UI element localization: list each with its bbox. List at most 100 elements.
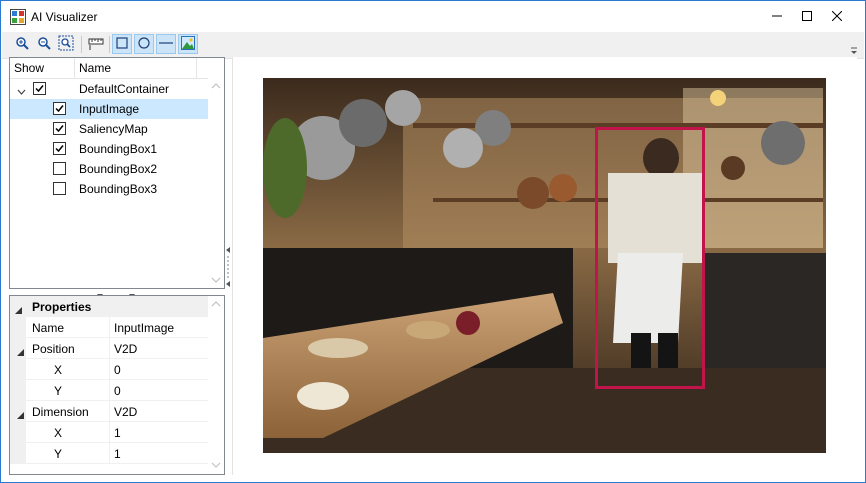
property-value[interactable]: 0 — [114, 363, 121, 377]
tree-row-defaultcontainer[interactable]: DefaultContainer — [10, 79, 208, 99]
property-category[interactable]: Properties — [10, 296, 208, 317]
input-image[interactable] — [263, 78, 826, 453]
tree-row-saliencymap[interactable]: SaliencyMap — [10, 119, 208, 139]
kitchen-scene-image — [263, 78, 826, 453]
property-value[interactable]: InputImage — [114, 321, 174, 335]
ellipse-tool-icon — [138, 36, 150, 52]
tree-row-inputimage[interactable]: InputImage — [10, 99, 208, 119]
tree-item-label: InputImage — [79, 102, 140, 116]
column-divider[interactable] — [109, 317, 110, 338]
row-gutter — [10, 317, 26, 338]
property-name: Y — [54, 447, 63, 461]
tree-item-label: SaliencyMap — [79, 122, 148, 136]
property-value[interactable]: V2D — [114, 342, 137, 356]
zoom-out-button[interactable] — [34, 34, 54, 54]
property-value[interactable]: 0 — [114, 384, 121, 398]
zoom-in-button[interactable] — [12, 34, 32, 54]
minimize-icon — [772, 11, 782, 21]
zoom-in-icon — [15, 36, 29, 53]
tree-item-label: BoundingBox2 — [79, 162, 158, 176]
scroll-arrows — [211, 83, 221, 283]
rectangle-tool-icon — [116, 36, 128, 52]
layer-tree[interactable]: Show Name DefaultContainer InputImage Sa… — [9, 57, 225, 289]
property-name: X — [54, 363, 63, 377]
row-gutter — [10, 359, 26, 380]
rectangle-tool-button[interactable] — [112, 34, 132, 54]
show-checkbox[interactable] — [33, 82, 46, 95]
tree-header: Show Name — [10, 58, 224, 79]
chart-app-icon — [10, 9, 26, 25]
image-tool-button[interactable] — [178, 34, 198, 54]
property-row-position-y[interactable]: Y 0 — [10, 380, 208, 401]
line-tool-button[interactable] — [156, 34, 176, 54]
ellipse-tool-button[interactable] — [134, 34, 154, 54]
property-row-dimension-x[interactable]: X 1 — [10, 422, 208, 443]
window-title: AI Visualizer — [31, 10, 98, 24]
toolbar — [2, 32, 864, 59]
property-name: Y — [54, 384, 63, 398]
collapse-icon[interactable] — [15, 303, 22, 317]
property-value[interactable]: V2D — [114, 405, 137, 419]
column-header-show[interactable]: Show — [14, 61, 44, 75]
column-divider[interactable] — [74, 58, 75, 78]
property-row-position-x[interactable]: X 0 — [10, 359, 208, 380]
zoom-fit-icon — [58, 35, 74, 54]
column-divider[interactable] — [196, 58, 197, 78]
tree-item-label: BoundingBox3 — [79, 182, 158, 196]
maximize-icon — [802, 11, 812, 21]
bounding-box-1[interactable] — [595, 127, 705, 389]
property-value[interactable]: 1 — [114, 426, 121, 440]
property-name: X — [54, 426, 63, 440]
column-divider[interactable] — [109, 422, 110, 443]
tree-scrollbar[interactable] — [208, 78, 224, 288]
toolbar-separator — [109, 36, 110, 53]
chevron-down-icon[interactable] — [850, 44, 858, 54]
collapse-icon[interactable] — [17, 408, 24, 422]
scroll-arrows — [211, 301, 221, 468]
ruler-button[interactable] — [86, 34, 106, 54]
property-row-dimension-y[interactable]: Y 1 — [10, 443, 208, 464]
show-checkbox[interactable] — [53, 122, 66, 135]
close-icon — [832, 11, 842, 21]
zoom-fit-button[interactable] — [56, 34, 76, 54]
property-grid[interactable]: Properties Name InputImage Position V2D … — [9, 295, 225, 475]
minimize-button[interactable] — [761, 1, 793, 31]
row-gutter — [10, 380, 26, 401]
property-name: Name — [32, 321, 65, 335]
show-checkbox[interactable] — [53, 182, 66, 195]
vertical-splitter[interactable] — [225, 57, 231, 475]
property-value[interactable]: 1 — [114, 447, 121, 461]
row-gutter — [10, 443, 26, 464]
title-bar[interactable]: AI Visualizer — [1, 1, 865, 31]
toolbar-separator — [81, 36, 82, 53]
zoom-out-icon — [37, 36, 51, 53]
column-divider[interactable] — [109, 380, 110, 401]
property-scrollbar[interactable] — [208, 296, 224, 474]
column-divider[interactable] — [109, 359, 110, 380]
tree-item-label: DefaultContainer — [79, 82, 170, 96]
tree-row-boundingbox3[interactable]: BoundingBox3 — [10, 179, 208, 199]
column-divider[interactable] — [109, 401, 110, 422]
tree-row-boundingbox1[interactable]: BoundingBox1 — [10, 139, 208, 159]
row-gutter — [10, 422, 26, 443]
canvas-horizontal-scrollbar[interactable] — [233, 459, 857, 475]
visualization-canvas[interactable] — [232, 57, 857, 475]
show-checkbox[interactable] — [53, 162, 66, 175]
close-button[interactable] — [821, 1, 853, 31]
row-divider — [26, 463, 208, 464]
collapse-icon[interactable] — [17, 345, 24, 359]
property-row-dimension[interactable]: Dimension V2D — [10, 401, 208, 422]
column-divider[interactable] — [109, 443, 110, 464]
show-checkbox[interactable] — [53, 102, 66, 115]
maximize-button[interactable] — [791, 1, 823, 31]
property-row-name[interactable]: Name InputImage — [10, 317, 208, 338]
column-divider[interactable] — [109, 338, 110, 359]
property-row-position[interactable]: Position V2D — [10, 338, 208, 359]
tree-item-label: BoundingBox1 — [79, 142, 158, 156]
ruler-icon — [88, 35, 104, 54]
column-header-name[interactable]: Name — [79, 61, 111, 75]
chevron-down-icon[interactable] — [17, 85, 26, 95]
show-checkbox[interactable] — [53, 142, 66, 155]
line-tool-icon — [159, 37, 173, 52]
tree-row-boundingbox2[interactable]: BoundingBox2 — [10, 159, 208, 179]
